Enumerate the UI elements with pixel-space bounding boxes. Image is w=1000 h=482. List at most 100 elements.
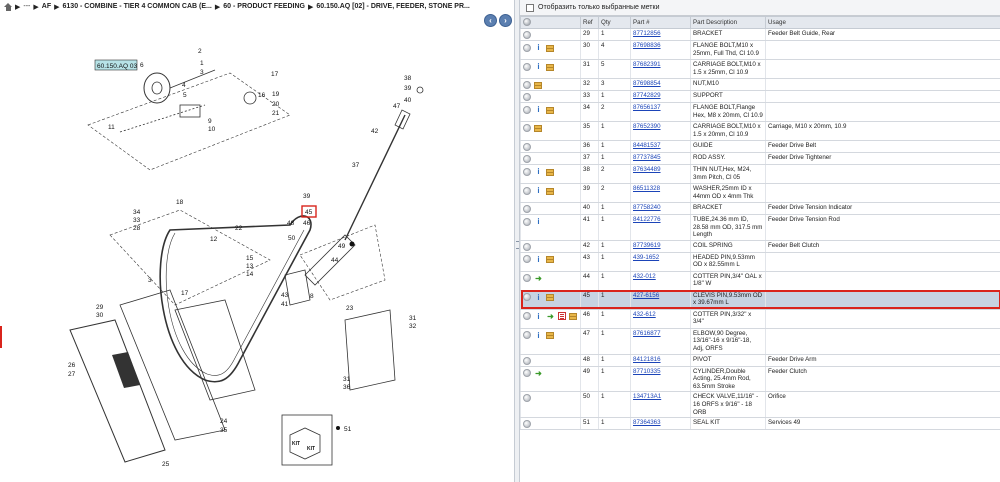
callout-37[interactable]: 37 — [352, 162, 360, 169]
package-icon[interactable] — [546, 106, 554, 114]
info-icon[interactable]: i — [534, 293, 543, 302]
callout-6[interactable]: 6 — [140, 62, 144, 69]
row-part-number-text[interactable]: 432-612 — [633, 311, 656, 318]
callout-24[interactable]: 24 — [220, 418, 228, 425]
row-part-number[interactable]: 427-6156 — [630, 290, 691, 310]
row-select-icon[interactable] — [523, 356, 531, 365]
row-select-icon[interactable] — [523, 81, 531, 89]
arrow-right-icon[interactable]: ➜ — [534, 369, 543, 378]
breadcrumb-item[interactable]: --- — [23, 3, 30, 10]
row-select-icon[interactable] — [523, 186, 531, 195]
table-row[interactable]: 48 1 84121816 PIVOT Feeder Drive Arm — [520, 354, 1000, 367]
row-part-number[interactable]: 87656137 — [630, 102, 691, 122]
callout-21[interactable]: 21 — [272, 110, 280, 117]
package-icon[interactable] — [546, 256, 554, 264]
breadcrumb-item[interactable]: 6130 - COMBINE - TIER 4 COMMON CAB (E... — [63, 3, 212, 10]
row-select-icon[interactable] — [523, 43, 531, 52]
table-row[interactable]: 42 1 87739619 COIL SPRING Feeder Belt Clutch — [520, 240, 1000, 253]
callout-27[interactable]: 27 — [68, 371, 76, 378]
table-row[interactable]: 51 1 87364363 SEAL KIT Services 49 — [520, 417, 1000, 431]
table-row[interactable]: 37 1 87737845 ROD ASSY. Feeder Drive Tighten… — [520, 152, 1000, 165]
row-part-number[interactable]: 84481537 — [630, 140, 691, 153]
parts-diagram[interactable]: 60.150.AQ 03 45 KIT KIT 2 1 3 6 4 5 17 1… — [0, 30, 514, 482]
callout-3[interactable]: 3 — [200, 69, 204, 76]
document-icon[interactable] — [558, 312, 566, 321]
row-select-icon[interactable] — [523, 255, 531, 264]
callout-29[interactable]: 29 — [96, 304, 104, 311]
row-part-number[interactable]: 87710335 — [630, 366, 691, 393]
row-part-number[interactable]: 87712856 — [630, 28, 691, 41]
callout-16[interactable]: 16 — [258, 92, 266, 99]
row-part-number-text[interactable]: 427-6156 — [633, 292, 659, 299]
breadcrumb-item[interactable]: AF — [42, 3, 51, 10]
arrow-left-icon[interactable]: ‹ — [484, 14, 497, 27]
row-part-number-text[interactable]: 87656137 — [633, 104, 661, 111]
row-part-number-text[interactable]: 87652390 — [633, 123, 661, 130]
pivot-bracket[interactable] — [284, 269, 311, 306]
row-part-number-text[interactable]: 432-012 — [633, 273, 656, 280]
row-part-number-text[interactable]: 84122776 — [633, 216, 661, 223]
select-all-icon[interactable] — [523, 17, 531, 26]
row-part-number[interactable]: 87737845 — [630, 152, 691, 165]
breadcrumb-item[interactable]: 60 - PRODUCT FEEDING — [223, 3, 305, 10]
package-icon[interactable] — [534, 125, 542, 132]
clamp-part[interactable] — [243, 91, 257, 105]
shield-part[interactable] — [69, 319, 166, 463]
table-row-selected[interactable]: i 45 1 427-6156 CLEVIS PIN,9.53mm OD x 39.67… — [520, 290, 1000, 310]
callout-4[interactable]: 4 — [182, 82, 186, 89]
row-part-number[interactable]: 134713A1 — [630, 391, 691, 419]
info-icon[interactable]: i — [534, 43, 543, 52]
table-row[interactable]: i 47 1 87616877 ELBOW,90 Degree, 13/16"-16 x… — [520, 328, 1000, 355]
callout-14[interactable]: 14 — [246, 271, 254, 278]
row-part-number-text[interactable]: 87634489 — [633, 166, 661, 173]
row-part-number[interactable]: 87364363 — [630, 417, 691, 431]
row-part-number-text[interactable]: 87712856 — [633, 30, 661, 37]
cover-plate[interactable] — [119, 289, 226, 441]
callout-23[interactable]: 23 — [346, 305, 354, 312]
table-row[interactable]: 50 1 134713A1 CHECK VALVE,11/16" - 16 ORFS … — [520, 391, 1000, 419]
row-part-number-text[interactable]: 87758240 — [633, 204, 661, 211]
callout-5[interactable]: 5 — [183, 92, 187, 99]
callout-19[interactable]: 19 — [272, 91, 280, 98]
home-icon[interactable] — [4, 2, 12, 11]
row-select-icon[interactable] — [523, 124, 531, 132]
arrow-right-icon[interactable]: ➜ — [546, 312, 555, 321]
row-select-icon[interactable] — [523, 105, 531, 114]
row-part-number[interactable]: 84121816 — [630, 354, 691, 367]
callout-31b[interactable]: 31 — [343, 376, 351, 383]
callout-9[interactable]: 9 — [208, 118, 212, 125]
package-icon[interactable] — [546, 187, 554, 195]
callout-17b[interactable]: 17 — [181, 290, 189, 297]
info-icon[interactable]: i — [534, 62, 543, 71]
row-part-number-text[interactable]: 84481537 — [633, 142, 661, 149]
package-icon[interactable] — [546, 63, 554, 71]
info-icon[interactable]: i — [534, 255, 543, 264]
callout-39b[interactable]: 39 — [303, 193, 311, 200]
callout-30[interactable]: 30 — [96, 312, 104, 319]
row-select-icon[interactable] — [523, 312, 531, 321]
row-select-icon[interactable] — [523, 394, 531, 403]
row-part-number-text[interactable]: 439-1652 — [633, 254, 659, 261]
row-part-number-text[interactable]: 87698836 — [633, 42, 661, 49]
table-row[interactable]: ➜ 44 1 432-012 COTTER PIN,3/4" OAL x 1/8" W — [520, 271, 1000, 291]
callout-17[interactable]: 17 — [271, 71, 279, 78]
table-row[interactable]: 36 1 84481537 GUIDE Feeder Drive Belt — [520, 140, 1000, 153]
row-part-number-text[interactable]: 84121816 — [633, 356, 661, 363]
callout-28[interactable]: 28 — [133, 225, 141, 232]
row-part-number-text[interactable]: 87698854 — [633, 80, 661, 87]
info-icon[interactable]: i — [534, 217, 543, 226]
kit-box[interactable] — [281, 414, 333, 466]
callout-22[interactable]: 22 — [235, 225, 243, 232]
callout-2[interactable]: 2 — [198, 48, 202, 55]
table-row[interactable]: i 41 1 84122776 TUBE,24.36 mm ID, 28.58 mm O… — [520, 214, 1000, 241]
callout-15[interactable]: 15 — [246, 255, 254, 262]
package-icon[interactable] — [546, 332, 554, 340]
show-selected-only-checkbox[interactable] — [526, 3, 534, 12]
package-icon[interactable] — [546, 44, 554, 52]
info-icon[interactable]: i — [534, 312, 543, 321]
row-part-number[interactable]: 87682391 — [630, 59, 691, 79]
pulley-part[interactable] — [143, 72, 171, 104]
row-select-icon[interactable] — [523, 293, 531, 302]
row-part-number[interactable]: 87739619 — [630, 240, 691, 253]
callout-25[interactable]: 25 — [162, 461, 170, 468]
